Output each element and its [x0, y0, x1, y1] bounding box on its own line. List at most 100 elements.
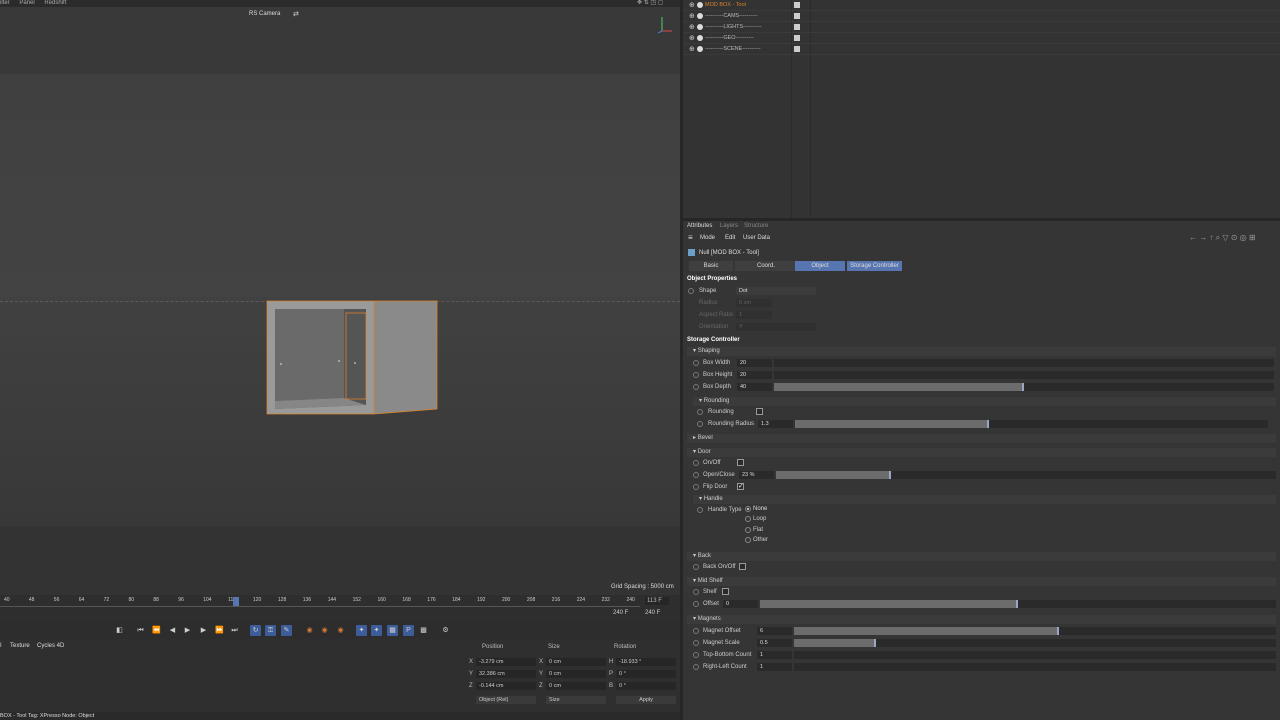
- right-left-field[interactable]: 1: [757, 663, 792, 671]
- rounding-radius-slider[interactable]: [795, 420, 1268, 428]
- box-depth-slider[interactable]: [774, 383, 1274, 391]
- rotation-b-field[interactable]: 0 °: [616, 682, 676, 690]
- box-height-slider[interactable]: [774, 371, 1274, 379]
- subtab-storage-controller[interactable]: Storage Controller: [847, 261, 902, 271]
- visibility-check-icon[interactable]: [794, 24, 800, 30]
- coord-mode-select[interactable]: Object (Rel): [476, 696, 536, 704]
- menu-edit[interactable]: Edit: [725, 235, 735, 241]
- box-width-anim-dot[interactable]: [693, 360, 699, 366]
- expand-icon[interactable]: ⊕: [689, 12, 695, 20]
- object-row[interactable]: ⊕ ----------CAMS----------: [683, 11, 1280, 22]
- size-y-field[interactable]: 0 cm: [546, 670, 606, 678]
- shape-select[interactable]: Dot: [736, 287, 816, 295]
- object-row[interactable]: ⊕ ----------GEO----------: [683, 33, 1280, 44]
- key-pos-icon[interactable]: ◉: [304, 625, 315, 636]
- menu-filter[interactable]: ilter: [0, 0, 10, 6]
- next-key-icon[interactable]: ⏩: [214, 625, 225, 636]
- object-name[interactable]: MOD BOX - Tool: [705, 2, 746, 8]
- visibility-check-icon[interactable]: [794, 13, 800, 19]
- top-bottom-field[interactable]: 1: [757, 651, 792, 659]
- rounding-radius-field[interactable]: 1.3: [758, 420, 793, 428]
- loop-icon[interactable]: ↻: [250, 625, 261, 636]
- flipdoor-anim-dot[interactable]: [693, 484, 699, 490]
- box-height-field[interactable]: 20: [737, 371, 772, 379]
- nav-icons[interactable]: ← → ↑ ⌕ ▽ ⊙ ◎ ⊞: [1189, 233, 1256, 243]
- top-bottom-slider[interactable]: [794, 651, 1276, 659]
- position-x-field[interactable]: -3.279 cm: [476, 658, 536, 666]
- timeline-ruler[interactable]: 4048566472808896104112120128136144152160…: [0, 597, 640, 607]
- magnet-offset-slider[interactable]: [794, 627, 1276, 635]
- onoff-anim-dot[interactable]: [693, 460, 699, 466]
- box-height-anim-dot[interactable]: [693, 372, 699, 378]
- menu-user-data[interactable]: User Data: [743, 235, 770, 241]
- subtab-coord[interactable]: Coord.: [735, 261, 797, 271]
- go-to-start-icon[interactable]: ⏮: [135, 625, 146, 636]
- right-left-anim-dot[interactable]: [693, 664, 699, 670]
- rotation-h-field[interactable]: -18.933 °: [616, 658, 676, 666]
- offset-anim-dot[interactable]: [693, 601, 699, 607]
- expand-icon[interactable]: ⊕: [689, 34, 695, 42]
- go-to-end-icon[interactable]: ⏭: [229, 625, 240, 636]
- tab-texture[interactable]: Texture: [10, 643, 30, 649]
- object-name[interactable]: ----------CAMS----------: [705, 13, 758, 19]
- expand-icon[interactable]: ⊕: [689, 45, 695, 53]
- size-mode-select[interactable]: Size: [546, 696, 606, 704]
- shaping-group[interactable]: ▾ Shaping: [687, 347, 1276, 356]
- door-onoff-checkbox[interactable]: [737, 459, 744, 466]
- magnets-group[interactable]: ▾ Magnets: [687, 615, 1276, 624]
- current-frame-field[interactable]: 113 F: [645, 597, 669, 605]
- end-frame-a[interactable]: 240 F: [613, 610, 628, 616]
- expand-icon[interactable]: ⊕: [689, 1, 695, 9]
- rounding-anim-dot[interactable]: [697, 409, 703, 415]
- tab-attributes[interactable]: Attributes: [687, 223, 712, 229]
- box-width-slider[interactable]: [774, 359, 1274, 367]
- tab-cycles4d[interactable]: Cycles 4D: [37, 643, 64, 649]
- rotation-p-field[interactable]: 0 °: [616, 670, 676, 678]
- menu-mode[interactable]: Mode: [700, 235, 715, 241]
- object-row[interactable]: ⊕ ----------LIGHTS----------: [683, 22, 1280, 33]
- visibility-check-icon[interactable]: [794, 2, 800, 8]
- box-model[interactable]: [262, 297, 442, 422]
- prev-frame-icon[interactable]: ◀: [167, 625, 178, 636]
- magnet-scale-anim-dot[interactable]: [693, 640, 699, 646]
- door-group[interactable]: ▾ Door: [687, 448, 1276, 457]
- visibility-check-icon[interactable]: [794, 46, 800, 52]
- viewport-nav-icons[interactable]: ✥ ⇅ ◳ ▢: [637, 0, 663, 6]
- position-y-field[interactable]: 32.386 cm: [476, 670, 536, 678]
- openclose-field[interactable]: 23 %: [739, 471, 774, 479]
- box-width-field[interactable]: 20: [737, 359, 772, 367]
- flipdoor-checkbox[interactable]: [737, 482, 744, 490]
- handle-radio-loop[interactable]: [745, 516, 751, 522]
- key-rot-icon[interactable]: ◉: [335, 625, 346, 636]
- playhead[interactable]: [233, 597, 239, 606]
- handle-group[interactable]: ▾ Handle: [693, 495, 1276, 504]
- bevel-group[interactable]: ▸ Bevel: [687, 434, 1276, 443]
- tab-layers[interactable]: Layers: [720, 223, 738, 229]
- play-icon[interactable]: ▶: [182, 625, 193, 636]
- object-row[interactable]: ⊕ MOD BOX - Tool: [683, 0, 1280, 11]
- hamburger-icon[interactable]: ≡: [688, 233, 693, 242]
- key-mode-icon[interactable]: P: [403, 625, 414, 636]
- key-grid-icon[interactable]: ▩: [418, 625, 429, 636]
- apply-button[interactable]: Apply: [616, 696, 676, 704]
- shape-anim-dot[interactable]: [688, 288, 694, 294]
- menu-redshift[interactable]: Redshift: [44, 0, 66, 6]
- subtab-object[interactable]: Object: [795, 261, 845, 271]
- box-depth-field[interactable]: 40: [737, 383, 772, 391]
- record-keys-icon[interactable]: ⚿: [265, 625, 276, 636]
- rounding-group[interactable]: ▾ Rounding: [693, 397, 1276, 406]
- object-name[interactable]: ----------GEO----------: [705, 35, 754, 41]
- top-bottom-anim-dot[interactable]: [693, 652, 699, 658]
- 3d-viewport[interactable]: RS Camera ⇄ Grid Spacing : 5000 cm: [0, 7, 680, 595]
- next-frame-icon[interactable]: ▶: [198, 625, 209, 636]
- openclose-anim-dot[interactable]: [693, 472, 699, 478]
- camera-switch-icon[interactable]: ⇄: [293, 10, 299, 18]
- tab-structure[interactable]: Structure: [744, 223, 768, 229]
- magnet-scale-field[interactable]: 0.5: [757, 639, 792, 647]
- size-x-field[interactable]: 0 cm: [546, 658, 606, 666]
- key-param-icon[interactable]: ✦: [356, 625, 367, 636]
- openclose-slider[interactable]: [776, 471, 1276, 479]
- key-pla-icon[interactable]: ✦: [371, 625, 382, 636]
- back-onoff-checkbox[interactable]: [739, 563, 746, 570]
- box-depth-anim-dot[interactable]: [693, 384, 699, 390]
